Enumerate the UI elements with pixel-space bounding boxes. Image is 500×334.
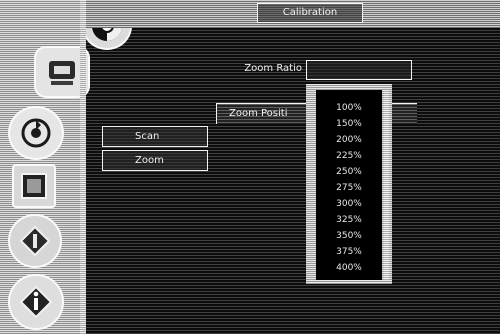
- scan-button-label: Scan: [135, 131, 160, 142]
- zoom-button-label: Zoom: [135, 155, 164, 166]
- zoom-option-400[interactable]: 400%: [316, 261, 382, 276]
- sync-icon[interactable]: [8, 106, 64, 160]
- printer-scan-icon[interactable]: [34, 46, 90, 98]
- dropdown-scrollbar[interactable]: [384, 90, 389, 280]
- zoom-option-350[interactable]: 350%: [316, 229, 382, 244]
- zoom-ratio-select[interactable]: [306, 60, 412, 80]
- zoom-button[interactable]: Zoom: [102, 150, 208, 171]
- zoom-ratio-dropdown: 100% 150% 200% 225% 250% 275% 300% 325% …: [306, 84, 392, 284]
- zoom-option-225[interactable]: 225%: [316, 149, 382, 164]
- zoom-option-300[interactable]: 300%: [316, 197, 382, 212]
- zoom-option-200[interactable]: 200%: [316, 133, 382, 148]
- zoom-option-150[interactable]: 150%: [316, 117, 382, 132]
- zoom-option-275[interactable]: 275%: [316, 181, 382, 196]
- pen-icon[interactable]: [8, 214, 62, 268]
- zoom-option-250[interactable]: 250%: [316, 165, 382, 180]
- image-icon[interactable]: [12, 164, 56, 208]
- zoom-options-list: 100% 150% 200% 225% 250% 275% 300% 325% …: [316, 90, 382, 280]
- zoom-option-375[interactable]: 375%: [316, 245, 382, 260]
- zoom-position-label: Zoom Positi: [229, 108, 288, 119]
- info-icon[interactable]: [8, 274, 64, 330]
- zoom-option-100[interactable]: 100%: [316, 101, 382, 116]
- scan-button[interactable]: Scan: [102, 126, 208, 147]
- tab-calibration[interactable]: Calibration: [257, 3, 363, 23]
- sidebar: [0, 0, 132, 334]
- zoom-option-325[interactable]: 325%: [316, 213, 382, 228]
- zoom-ratio-label: Zoom Ratio: [244, 63, 302, 74]
